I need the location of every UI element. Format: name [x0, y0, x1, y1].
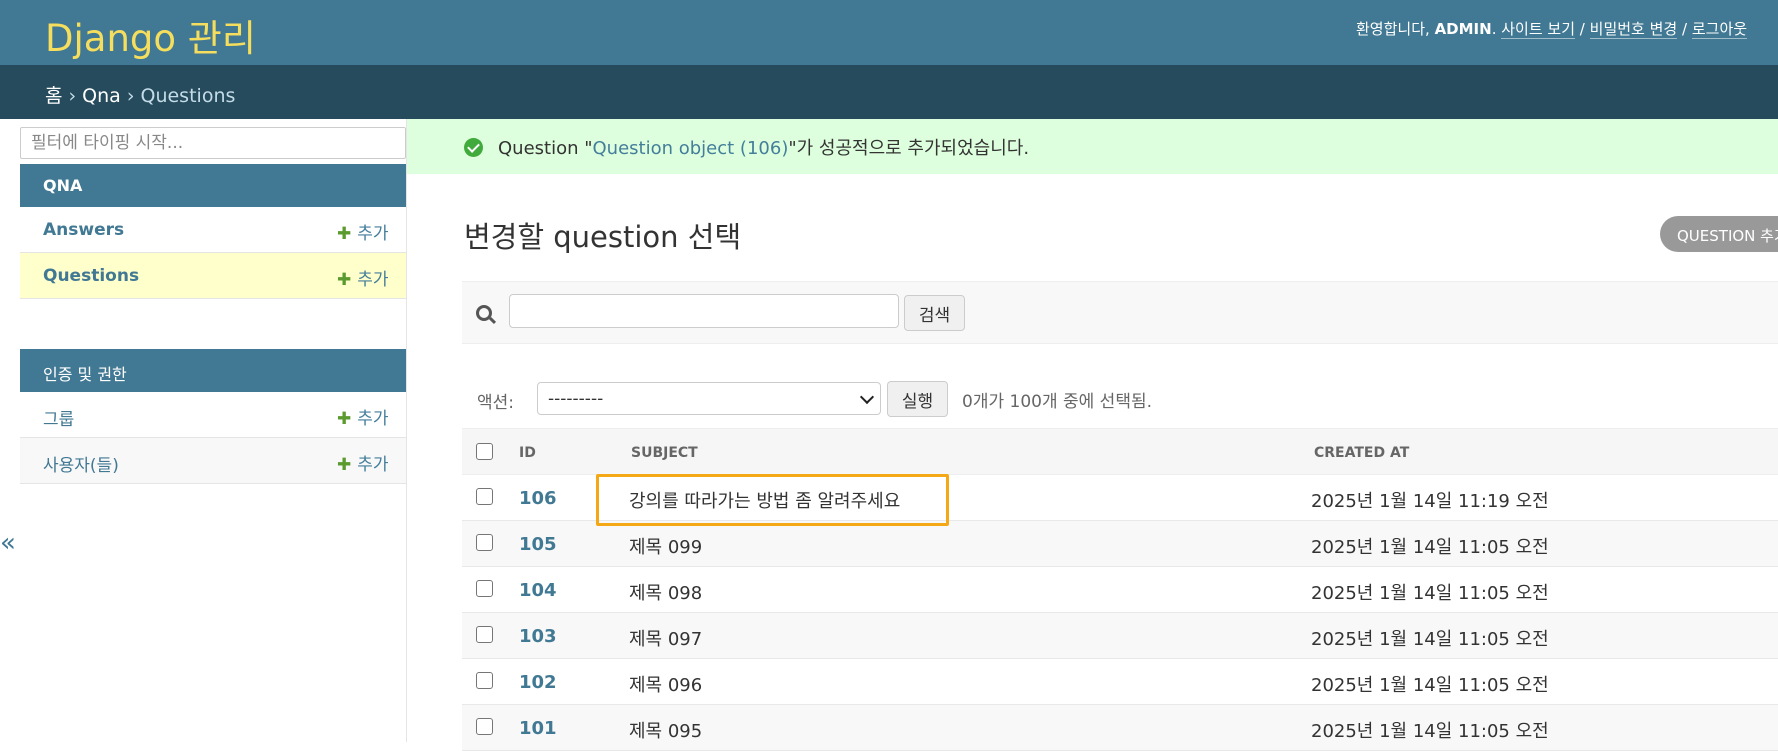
row-checkbox[interactable]: [476, 672, 493, 689]
site-name[interactable]: Django 관리: [45, 8, 256, 62]
page-title: 변경할 question 선택: [464, 220, 742, 254]
table-header: ID SUBJECT CREATED AT: [462, 428, 1778, 475]
breadcrumb: 홈 › Qna › Questions: [0, 65, 1778, 119]
add-question-link[interactable]: ✚ 추가: [337, 265, 389, 290]
search-input[interactable]: [509, 294, 899, 328]
row-checkbox[interactable]: [476, 718, 493, 735]
logout-link[interactable]: 로그아웃: [1691, 20, 1748, 39]
change-password-link[interactable]: 비밀번호 변경: [1589, 20, 1678, 39]
sidebar-item-questions[interactable]: Questions ✚ 추가: [20, 253, 406, 299]
action-select[interactable]: ---------: [537, 382, 881, 415]
row-created-at: 2025년 1월 14일 11:05 오전: [1311, 675, 1549, 696]
row-id-link[interactable]: 102: [519, 672, 557, 693]
row-checkbox[interactable]: [476, 580, 493, 597]
row-created-at: 2025년 1월 14일 11:05 오전: [1311, 537, 1549, 558]
row-id-link[interactable]: 103: [519, 626, 557, 647]
sidebar-item-label[interactable]: Questions: [43, 266, 139, 286]
row-id-link[interactable]: 104: [519, 580, 557, 601]
separator: /: [1579, 20, 1585, 38]
breadcrumb-separator: ›: [120, 85, 141, 107]
plus-icon: ✚: [337, 270, 352, 290]
welcome-text: 환영합니다,: [1356, 20, 1430, 38]
row-checkbox[interactable]: [476, 488, 493, 505]
row-id-link[interactable]: 105: [519, 534, 557, 555]
search-toolbar: 검색: [462, 281, 1778, 344]
module-caption[interactable]: 인증 및 권한: [20, 349, 406, 392]
column-header-created-at[interactable]: CREATED AT: [1314, 445, 1409, 461]
nav-filter-input[interactable]: [20, 127, 406, 159]
table-row: 103 제목 097 2025년 1월 14일 11:05 오전: [462, 613, 1778, 659]
search-icon: [476, 305, 492, 321]
select-all-checkbox[interactable]: [476, 443, 493, 460]
row-checkbox[interactable]: [476, 534, 493, 551]
row-checkbox[interactable]: [476, 626, 493, 643]
table-row: 102 제목 096 2025년 1월 14일 11:05 오전: [462, 659, 1778, 705]
row-subject: 강의를 따라가는 방법 좀 알려주세요: [629, 491, 901, 512]
breadcrumb-app[interactable]: Qna: [82, 85, 121, 107]
run-action-button[interactable]: 실행: [887, 381, 948, 417]
row-subject: 제목 098: [629, 583, 703, 604]
success-message: Question "Question object (106)"가 성공적으로 …: [407, 119, 1778, 174]
plus-icon: ✚: [337, 455, 352, 475]
module-caption[interactable]: QNA: [20, 164, 406, 207]
sidebar-item-users[interactable]: 사용자(들) ✚ 추가: [20, 438, 406, 484]
breadcrumb-home[interactable]: 홈: [45, 85, 62, 107]
row-created-at: 2025년 1월 14일 11:05 오전: [1311, 721, 1549, 742]
row-id-link[interactable]: 101: [519, 718, 557, 739]
add-user-link[interactable]: ✚ 추가: [337, 450, 389, 475]
row-created-at: 2025년 1월 14일 11:19 오전: [1311, 491, 1549, 512]
action-counter: 0개가 100개 중에 선택됨.: [962, 392, 1152, 412]
chevron-down-icon: [859, 389, 875, 405]
action-selected-value: ---------: [548, 389, 604, 409]
row-created-at: 2025년 1월 14일 11:05 오전: [1311, 629, 1549, 650]
column-header-subject[interactable]: SUBJECT: [631, 445, 698, 461]
action-label: 액션:: [477, 393, 515, 413]
table-row: 101 제목 095 2025년 1월 14일 11:05 오전: [462, 705, 1778, 751]
plus-icon: ✚: [337, 409, 352, 429]
search-button[interactable]: 검색: [904, 295, 965, 331]
sidebar-item-label[interactable]: Answers: [43, 220, 124, 240]
row-created-at: 2025년 1월 14일 11:05 오전: [1311, 583, 1549, 604]
username: ADMIN: [1434, 20, 1492, 38]
table-row: 106 강의를 따라가는 방법 좀 알려주세요 2025년 1월 14일 11:…: [462, 475, 1778, 521]
message-object-link[interactable]: Question object (106): [593, 138, 789, 159]
plus-icon: ✚: [337, 224, 352, 244]
row-subject: 제목 097: [629, 629, 703, 650]
add-group-link[interactable]: ✚ 추가: [337, 404, 389, 429]
sidebar-item-answers[interactable]: Answers ✚ 추가: [20, 207, 406, 253]
user-tools: 환영합니다, ADMIN. 사이트 보기 / 비밀번호 변경 / 로그아웃: [1356, 20, 1748, 39]
table-row: 105 제목 099 2025년 1월 14일 11:05 오전: [462, 521, 1778, 567]
module-auth: 인증 및 권한 그룹 ✚ 추가 사용자(들) ✚ 추가: [20, 349, 406, 484]
header: Django 관리 환영합니다, ADMIN. 사이트 보기 / 비밀번호 변경…: [0, 0, 1778, 65]
sidebar-item-label[interactable]: 사용자(들): [43, 451, 119, 476]
add-question-button[interactable]: QUESTION 추가 +: [1660, 216, 1778, 252]
toggle-sidebar-button[interactable]: «: [0, 528, 16, 558]
module-qna: QNA Answers ✚ 추가 Questions ✚ 추가: [20, 164, 406, 299]
row-subject: 제목 099: [629, 537, 703, 558]
actions-bar: 액션: --------- 실행 0개가 100개 중에 선택됨.: [462, 380, 1778, 420]
check-circle-icon: [464, 138, 483, 157]
view-site-link[interactable]: 사이트 보기: [1501, 20, 1576, 39]
message-text: Question "Question object (106)"가 성공적으로 …: [498, 138, 1030, 159]
row-subject: 제목 096: [629, 675, 703, 696]
table-row: 104 제목 098 2025년 1월 14일 11:05 오전: [462, 567, 1778, 613]
nav-sidebar: QNA Answers ✚추가 Questions ✚추가 인증 및 권한 그룹…: [20, 119, 407, 742]
result-table: ID SUBJECT CREATED AT 106 강의를 따라가는 방법 좀 …: [462, 428, 1778, 751]
row-subject: 제목 095: [629, 721, 703, 742]
sidebar-item-label[interactable]: 그룹: [43, 405, 74, 430]
breadcrumb-current: Questions: [140, 85, 236, 107]
separator: /: [1682, 20, 1688, 38]
breadcrumb-separator: ›: [62, 85, 83, 107]
add-answer-link[interactable]: ✚ 추가: [337, 219, 389, 244]
sidebar-item-groups[interactable]: 그룹 ✚ 추가: [20, 392, 406, 438]
column-header-id[interactable]: ID: [519, 445, 536, 461]
row-id-link[interactable]: 106: [519, 488, 557, 509]
